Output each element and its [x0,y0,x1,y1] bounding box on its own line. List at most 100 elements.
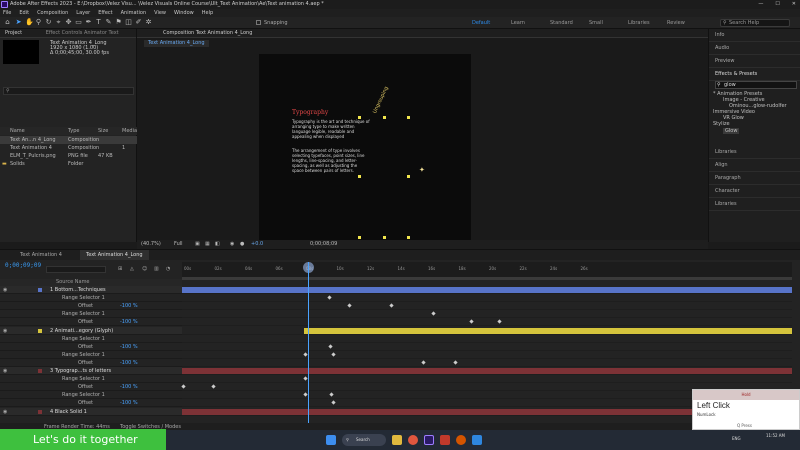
roto-brush-tool-icon[interactable]: ✐ [135,19,142,26]
pan-behind-tool-icon[interactable]: ✥ [65,19,72,26]
rotate-tool-icon[interactable]: ↻ [45,19,52,26]
keyframe-marker[interactable] [347,303,352,308]
chrome-icon[interactable] [408,435,418,445]
timeline-layer-row[interactable]: ◉ 4 Black Solid 1 [0,407,182,416]
project-row[interactable]: Text Animation 4 Composition 1 [0,144,137,152]
project-row[interactable]: ELM_T_Pulcris.png PNG file 47 KB [0,152,137,160]
menu-edit[interactable]: Edit [19,9,29,17]
visibility-eye-icon[interactable]: ◉ [3,286,7,294]
keyframe-marker[interactable] [497,319,502,325]
selection-tool-icon[interactable]: ➤ [15,19,22,26]
layer-label-color[interactable] [38,369,42,373]
col-name[interactable]: Name [10,127,25,135]
property-value[interactable]: -100 % [120,302,138,310]
timeline-search-input[interactable] [46,266,106,273]
timeline-track[interactable] [182,327,792,335]
menu-file[interactable]: File [3,9,11,17]
shy-layers-icon[interactable]: ☺ [142,266,147,272]
menu-effect[interactable]: Effect [98,9,112,17]
panel-preview[interactable]: Preview [709,55,800,68]
property-row[interactable]: Range Selector 1 [0,375,182,384]
menu-window[interactable]: Window [174,9,194,17]
timeline-track[interactable] [182,343,792,351]
timeline-track[interactable] [182,335,792,343]
tab-text-animation-4[interactable]: Text Animation 4 [14,250,68,260]
panel-character[interactable]: Character [709,185,800,198]
zoom-dropdown[interactable]: (40.7%) [141,240,161,249]
tree-stylize[interactable]: Stylize [713,121,730,127]
bounding-handle[interactable] [358,175,361,178]
visibility-eye-icon[interactable]: ◉ [3,408,7,416]
project-row[interactable]: ▬ Solids Folder [0,160,137,168]
timeline-track[interactable] [182,294,792,303]
windows-start-icon[interactable] [326,435,336,445]
property-row[interactable]: Offset -100 % [0,383,182,392]
layer-label-color[interactable] [38,288,42,292]
bounding-handle[interactable] [358,236,361,239]
keyframe-marker[interactable] [303,352,308,357]
keyframe-marker[interactable] [303,376,308,381]
show-channel-icon[interactable]: ● [240,240,244,249]
keyframe-marker[interactable] [453,360,458,365]
composition-flowchart-icon[interactable]: ⊞ [118,266,122,272]
frame-blending-icon[interactable]: ▥ [154,266,159,272]
col-size[interactable]: Size [98,127,108,135]
type-tool-icon[interactable]: T [95,19,102,26]
project-row[interactable]: Text An...n 4_Long Composition [0,136,137,144]
effects-search-input[interactable]: ⚲ glow [715,81,797,89]
timeline-layer-row[interactable]: ◉ 3 Typograp...ts of letters [0,367,182,375]
system-clock[interactable]: 11:52 AM [766,433,785,438]
clone-stamp-tool-icon[interactable]: ⚑ [115,19,122,26]
camera-snapshot-icon[interactable]: ◉ [230,240,234,249]
rectangle-tool-icon[interactable]: ▭ [75,19,82,26]
app-icon[interactable] [440,435,450,445]
keyframe-marker[interactable] [303,392,308,397]
workspace-libraries[interactable]: Libraries [628,17,655,29]
app-icon[interactable] [472,435,482,445]
bounding-handle[interactable] [383,236,386,239]
keyframe-marker[interactable] [421,360,426,365]
timeline-track[interactable] [182,310,792,319]
pen-tool-icon[interactable]: ✒ [85,19,92,26]
bounding-handle[interactable] [407,236,410,239]
tab-composition[interactable]: Composition Text Animation 4_Long [163,29,252,38]
mask-icon[interactable]: ◧ [215,240,220,249]
tab-text-animation-4-long[interactable]: Text Animation 4_Long [80,250,149,260]
zoom-tool-icon[interactable]: ⚲ [35,19,42,26]
layer-duration-bar[interactable] [304,327,792,334]
property-row[interactable]: Range Selector 1 [0,391,182,400]
timeline-track[interactable] [182,359,792,367]
property-value[interactable]: -100 % [120,399,138,407]
composition-subtab[interactable]: Text Animation 4_Long [144,40,209,47]
bounding-handle[interactable] [358,116,361,119]
keyframe-marker[interactable] [469,319,474,325]
close-button[interactable]: ✕ [792,0,796,9]
after-effects-taskbar-icon[interactable] [424,435,434,445]
timeline-track[interactable] [182,375,792,384]
keyframe-marker[interactable] [331,400,336,406]
snapping-checkbox[interactable] [256,20,261,25]
visibility-eye-icon[interactable]: ◉ [3,367,7,375]
motion-blur-icon[interactable]: ◔ [166,266,170,272]
property-row[interactable]: Offset -100 % [0,343,182,351]
visibility-eye-icon[interactable]: ◉ [3,327,7,335]
property-row[interactable]: Range Selector 1 [0,335,182,343]
property-row[interactable]: Offset -100 % [0,302,182,311]
property-value[interactable]: -100 % [120,359,138,367]
workspace-review[interactable]: Review [667,17,694,29]
app-icon[interactable] [456,435,466,445]
panel-paragraph[interactable]: Paragraph [709,172,800,185]
workspace-default[interactable]: Default [472,17,499,29]
eraser-tool-icon[interactable]: ◫ [125,19,132,26]
menu-help[interactable]: Help [202,9,213,17]
anchor-point-icon[interactable]: ✦ [419,166,425,174]
property-row[interactable]: Offset -100 % [0,359,182,367]
layer-duration-bar[interactable] [182,368,792,374]
exposure-value[interactable]: +0.0 [251,240,263,249]
layer-label-color[interactable] [38,328,42,333]
roi-icon[interactable]: ▣ [195,240,200,249]
property-row[interactable]: Range Selector 1 [0,351,182,359]
menu-layer[interactable]: Layer [76,9,90,17]
timeline-track[interactable] [182,367,792,375]
hand-tool-icon[interactable]: ✋ [25,19,34,26]
